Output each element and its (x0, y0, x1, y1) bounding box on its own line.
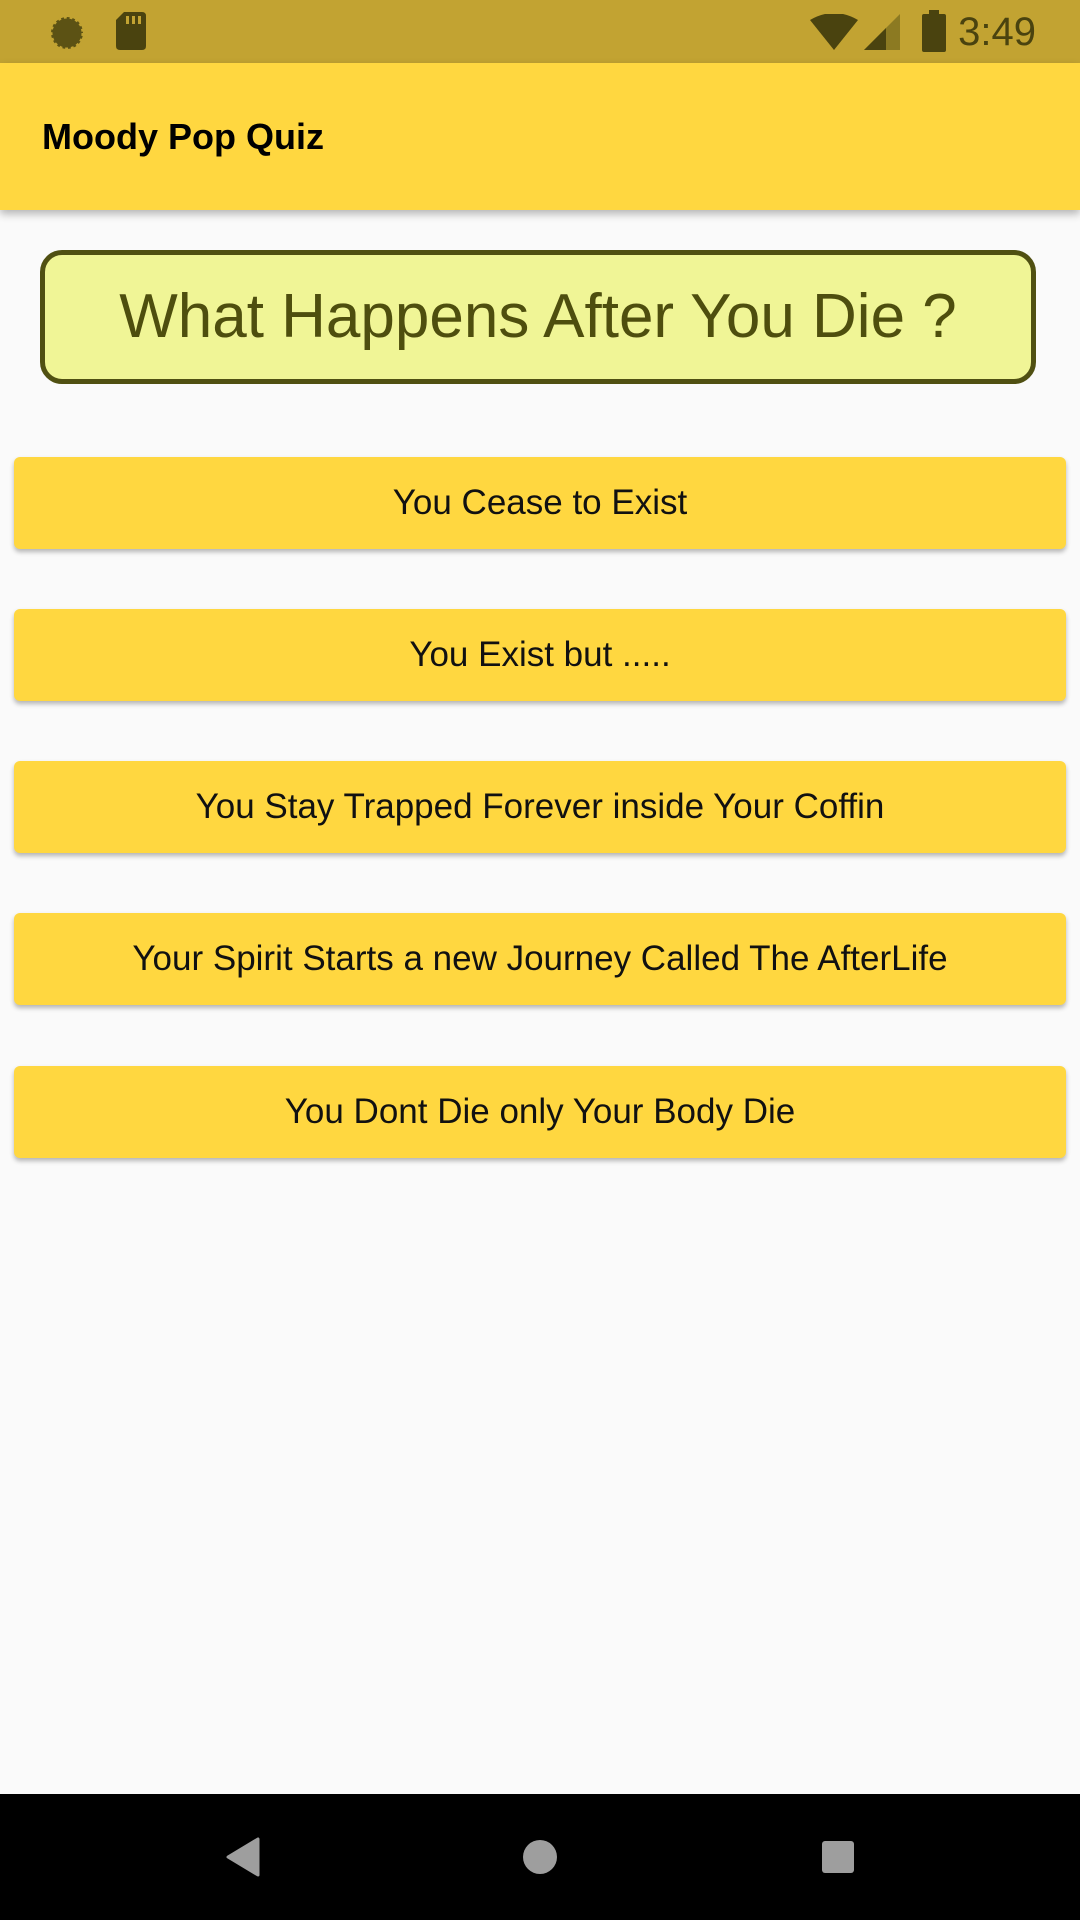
home-icon (523, 1840, 557, 1874)
back-button[interactable] (212, 1827, 272, 1887)
sync-indicator-icon (49, 15, 85, 51)
answer-button-3[interactable]: You Stay Trapped Forever inside Your Cof… (14, 761, 1066, 853)
navigation-bar (0, 1794, 1080, 1920)
recents-button[interactable] (808, 1827, 868, 1887)
answer-label: You Stay Trapped Forever inside Your Cof… (195, 787, 885, 826)
answer-button-5[interactable]: You Dont Die only Your Body Die (14, 1066, 1066, 1158)
app-title: Moody Pop Quiz (42, 116, 324, 157)
back-icon (226, 1837, 260, 1877)
question-text: What Happens After You Die ? (119, 282, 957, 351)
answer-button-1[interactable]: You Cease to Exist (14, 457, 1066, 549)
answer-label: You Dont Die only Your Body Die (284, 1092, 796, 1131)
answer-label: You Exist but ..... (409, 635, 671, 674)
recents-icon (822, 1841, 854, 1873)
answer-label: You Cease to Exist (392, 483, 688, 522)
battery-icon (922, 10, 946, 52)
sd-card-icon (116, 12, 146, 50)
answer-button-4[interactable]: Your Spirit Starts a new Journey Called … (14, 913, 1066, 1005)
quiz-content: What Happens After You Die ? You Cease t… (0, 210, 1080, 1794)
cell-signal-icon (864, 14, 900, 50)
wifi-icon (810, 14, 858, 50)
status-bar: 3:49 (0, 0, 1080, 63)
question-box: What Happens After You Die ? (40, 250, 1036, 384)
answer-button-2[interactable]: You Exist but ..... (14, 609, 1066, 701)
answer-label: Your Spirit Starts a new Journey Called … (132, 939, 948, 978)
app-bar: Moody Pop Quiz (0, 63, 1080, 210)
status-time: 3:49 (958, 10, 1036, 54)
home-button[interactable] (510, 1827, 570, 1887)
